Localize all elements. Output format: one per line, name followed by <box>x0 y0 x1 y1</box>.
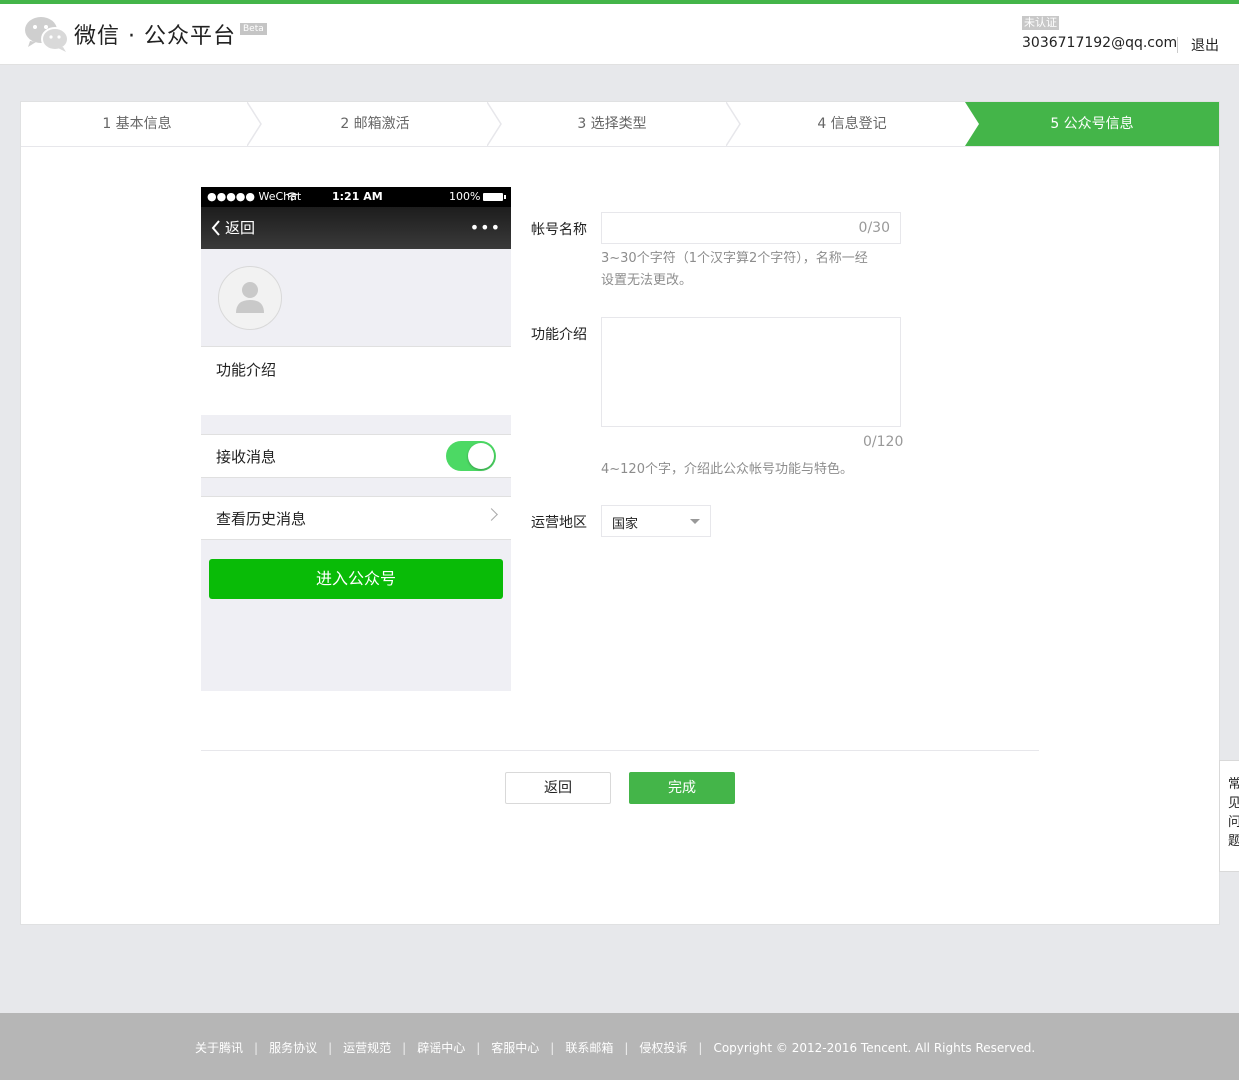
phone-preview: ●●●●● WeChat 1:21 AM 100% 返回 ••• 功能介绍 接收… <box>201 187 511 691</box>
footer-separator: | <box>550 1040 555 1055</box>
footer: 关于腾讯 | 服务协议 | 运营规范 | 辟谣中心 | 客服中心 | 联系邮箱 … <box>0 1013 1239 1080</box>
battery-tip-icon <box>504 195 506 199</box>
header-divider <box>1177 37 1178 53</box>
phone-intro-section: 功能介绍 <box>201 346 511 415</box>
step-active-notch-icon <box>965 102 979 146</box>
country-select-value: 国家 <box>612 517 639 532</box>
account-name-hint: 3~30个字符（1个汉字算2个字符），名称一经 设置无法更改。 <box>601 248 868 292</box>
battery-icon <box>483 193 503 201</box>
registration-card: 1 基本信息 2 邮箱激活 3 选择类型 4 信息登记 5 公众号信息 ●●●●… <box>20 101 1220 925</box>
logo[interactable]: 微信 · 公众平台 Beta <box>24 14 267 54</box>
footer-link-about[interactable]: 关于腾讯 <box>195 1039 243 1056</box>
footer-separator: | <box>476 1040 481 1055</box>
phone-back-label: 返回 <box>225 219 256 237</box>
footer-separator: | <box>328 1040 333 1055</box>
done-button[interactable]: 完成 <box>629 772 735 804</box>
step-email-activation: 2 邮箱激活 <box>340 116 410 132</box>
function-intro-counter: 0/120 <box>863 434 904 450</box>
account-name-hint-line2: 设置无法更改。 <box>601 273 693 288</box>
footer-copyright: Copyright © 2012-2016 Tencent. All Right… <box>713 1040 1036 1055</box>
receive-messages-label: 接收消息 <box>216 448 277 466</box>
phone-battery-level: 100% <box>449 190 481 203</box>
step-basic-info: 1 基本信息 <box>102 116 172 132</box>
caret-down-icon <box>690 519 700 524</box>
step-choose-type: 3 选择类型 <box>577 116 647 132</box>
receive-messages-toggle[interactable] <box>446 441 496 471</box>
chevron-right-icon <box>485 508 498 521</box>
account-email[interactable]: 3036717192@qq.com <box>1022 35 1177 51</box>
back-button[interactable]: 返回 <box>505 772 611 804</box>
footer-separator: | <box>254 1040 259 1055</box>
phone-time: 1:21 AM <box>332 190 383 203</box>
footer-link-contact-email[interactable]: 联系邮箱 <box>565 1039 613 1056</box>
step-info-registration: 4 信息登记 <box>817 116 887 132</box>
wechat-logo-icon <box>25 17 69 52</box>
footer-links: 关于腾讯 | 服务协议 | 运营规范 | 辟谣中心 | 客服中心 | 联系邮箱 … <box>195 1039 1035 1056</box>
operating-region-label: 运营地区 <box>531 515 587 531</box>
phone-intro-label: 功能介绍 <box>216 361 277 379</box>
avatar <box>218 266 282 330</box>
function-intro-label: 功能介绍 <box>531 327 587 343</box>
history-messages-label: 查看历史消息 <box>216 510 307 528</box>
phone-receive-messages-cell: 接收消息 <box>201 434 511 478</box>
logo-text: 微信 · 公众平台 <box>74 24 236 49</box>
function-intro-textarea[interactable] <box>601 317 901 427</box>
footer-link-infringement[interactable]: 侵权投诉 <box>639 1039 687 1056</box>
header: 微信 · 公众平台 Beta 未认证 3036717192@qq.com 退出 <box>0 4 1239 65</box>
footer-link-operation-rules[interactable]: 运营规范 <box>343 1039 391 1056</box>
country-select[interactable]: 国家 <box>601 505 711 537</box>
account-name-hint-line1: 3~30个字符（1个汉字算2个字符），名称一经 <box>601 251 868 266</box>
footer-separator: | <box>624 1040 629 1055</box>
footer-link-rumor-center[interactable]: 辟谣中心 <box>417 1039 465 1056</box>
faq-tab-label: 常见问题 <box>1228 777 1239 849</box>
form-divider <box>201 750 1039 751</box>
account-status-badge: 未认证 <box>1022 16 1059 30</box>
account-name-counter: 0/30 <box>858 220 890 236</box>
enter-account-button[interactable]: 进入公众号 <box>209 559 503 599</box>
step-account-info: 5 公众号信息 <box>965 102 1219 146</box>
faq-side-tab[interactable]: 常见问题 <box>1219 760 1239 872</box>
chevron-left-icon <box>211 219 220 236</box>
user-placeholder-icon <box>236 282 264 313</box>
phone-nav-bar: 返回 ••• <box>201 207 511 249</box>
account-name-label: 帐号名称 <box>531 222 587 238</box>
function-intro-hint: 4~120个字，介绍此公众帐号功能与特色。 <box>601 462 853 477</box>
step-progress-bar: 1 基本信息 2 邮箱激活 3 选择类型 4 信息登记 5 公众号信息 <box>21 102 1219 147</box>
footer-link-customer-service[interactable]: 客服中心 <box>491 1039 539 1056</box>
phone-history-cell[interactable]: 查看历史消息 <box>201 496 511 540</box>
wifi-icon <box>286 192 298 201</box>
footer-link-service-agreement[interactable]: 服务协议 <box>269 1039 317 1056</box>
step-account-info-label: 5 公众号信息 <box>1050 116 1134 132</box>
footer-separator: | <box>698 1040 703 1055</box>
footer-separator: | <box>402 1040 407 1055</box>
toggle-knob <box>468 443 494 469</box>
beta-badge: Beta <box>239 23 267 35</box>
phone-back-button[interactable]: 返回 <box>211 217 255 238</box>
logout-link[interactable]: 退出 <box>1191 35 1219 55</box>
account-name-input[interactable]: 0/30 <box>601 212 901 244</box>
more-icon[interactable]: ••• <box>470 218 501 237</box>
phone-status-bar: ●●●●● WeChat 1:21 AM 100% <box>201 187 511 207</box>
